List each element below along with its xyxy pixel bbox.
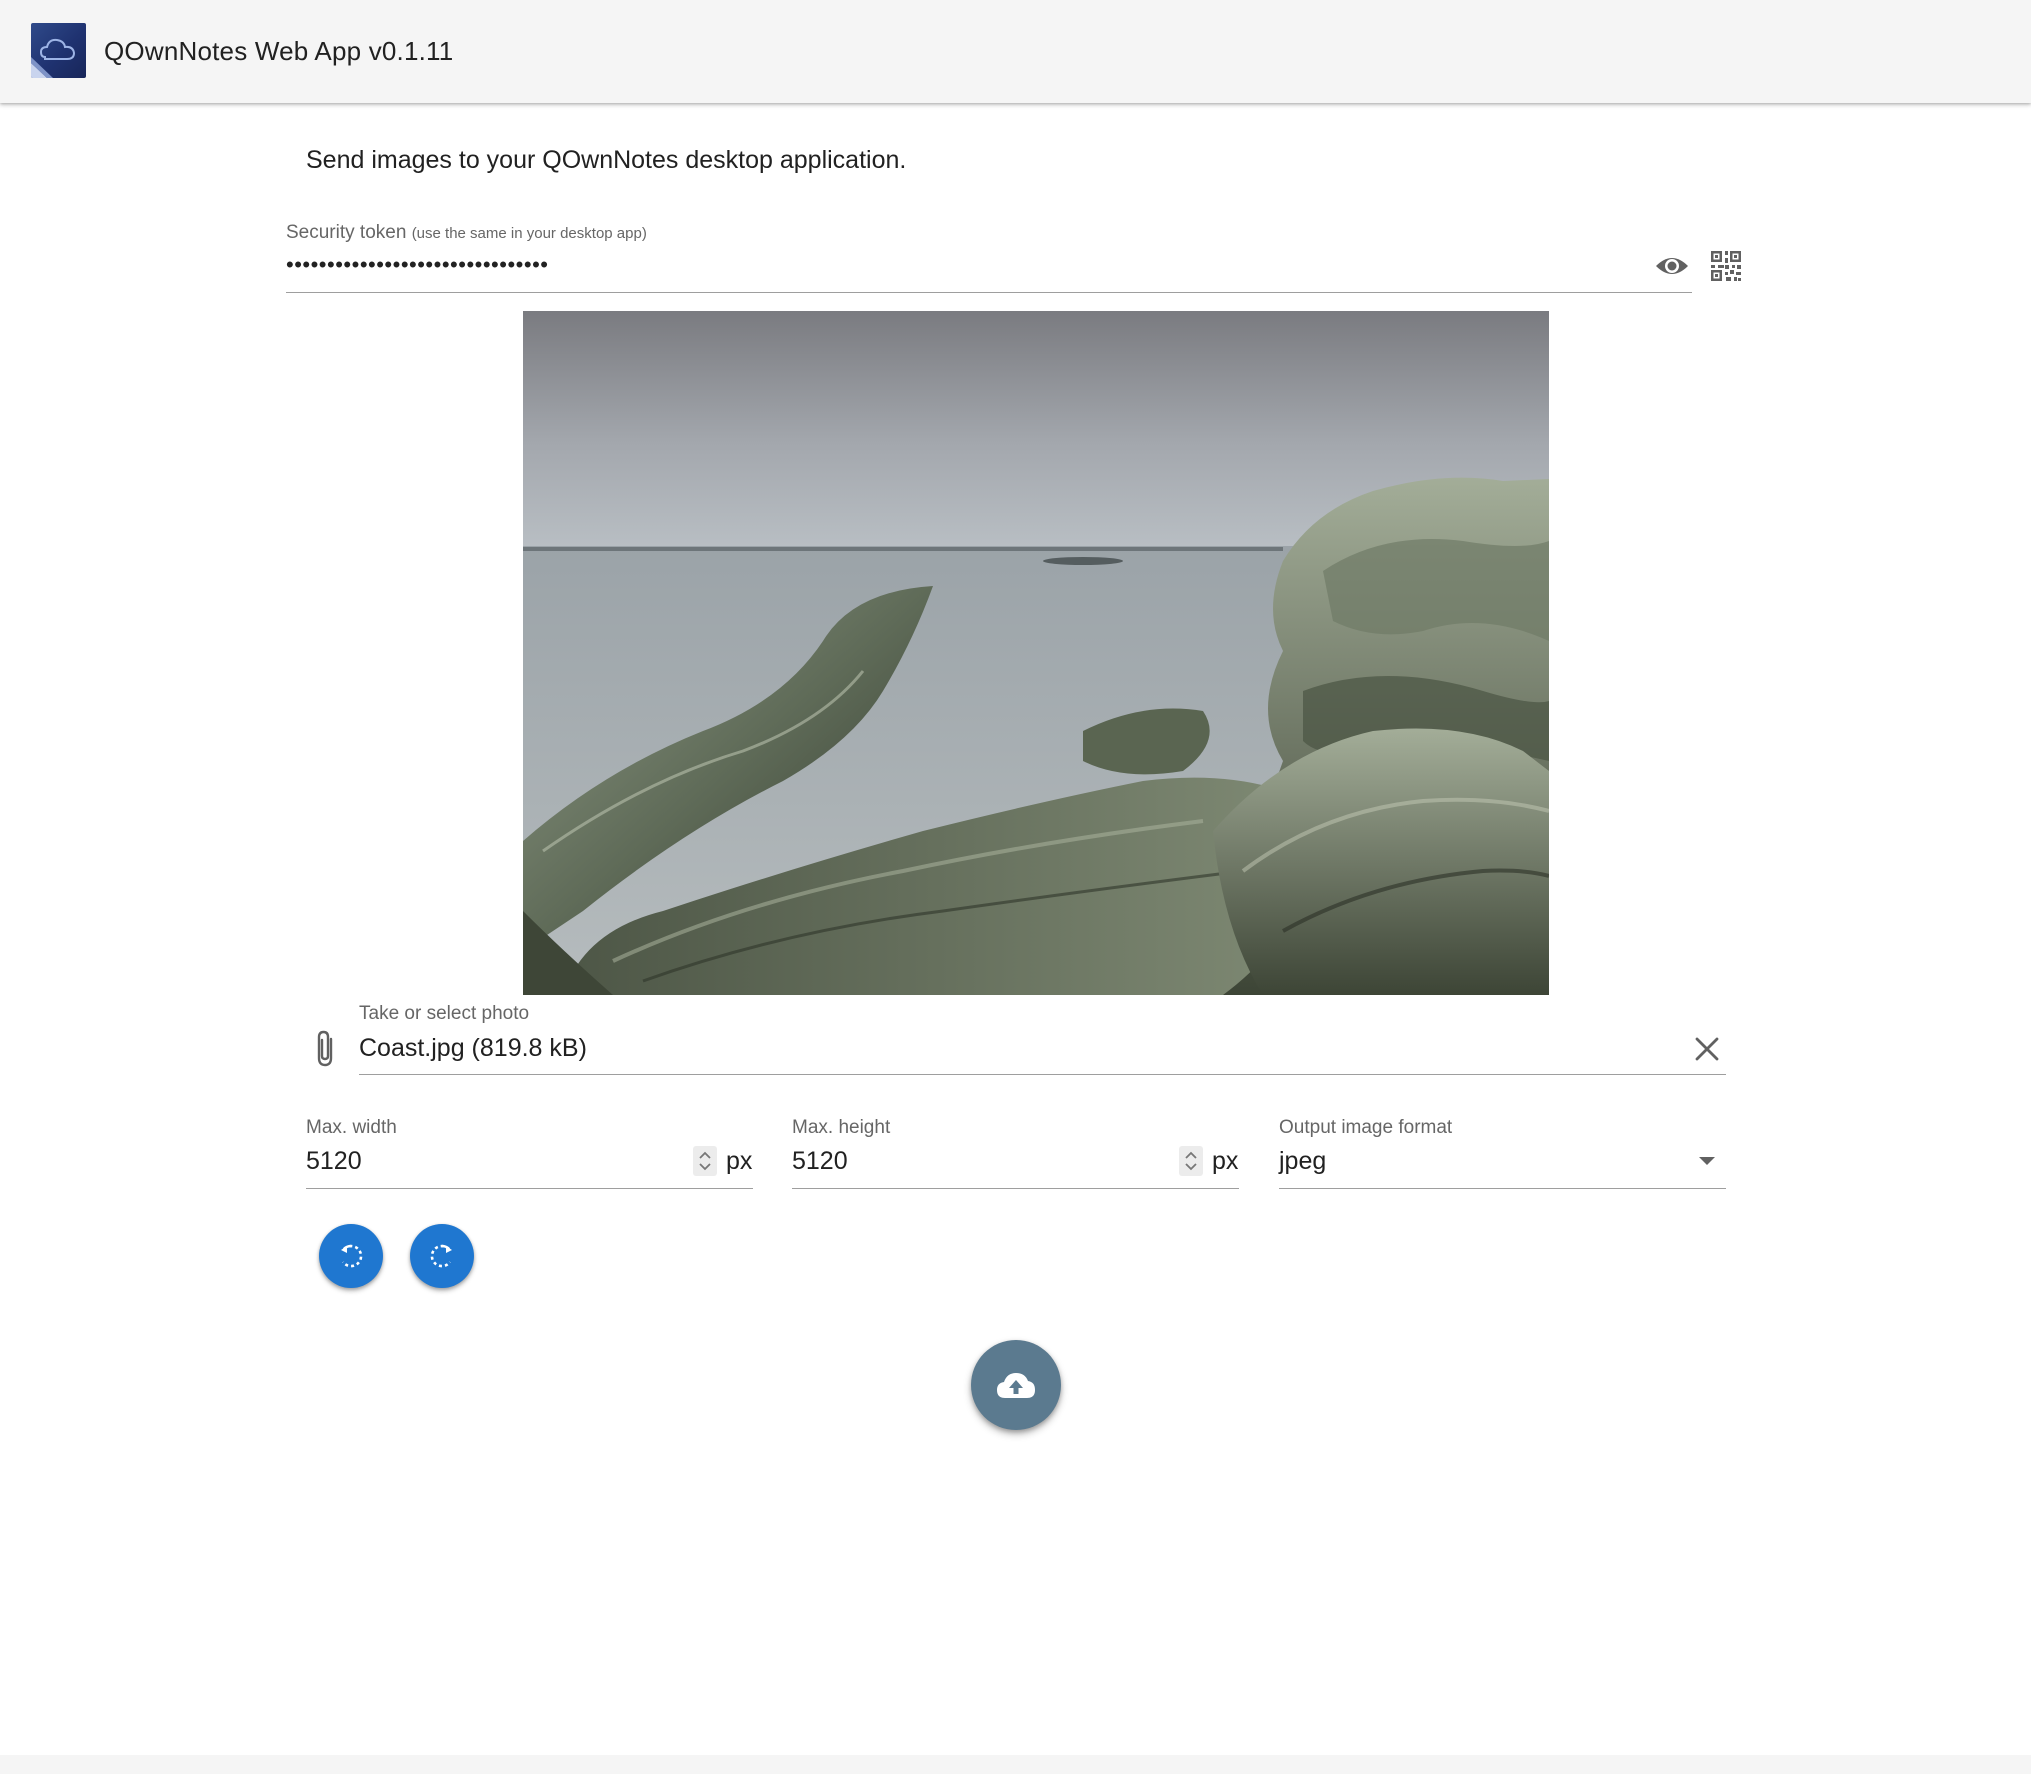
intro-text: Send images to your QOwnNotes desktop ap…: [306, 146, 907, 174]
security-token-input[interactable]: ••••••••••••••••••••••••••••••••: [286, 254, 548, 276]
rotate-right-icon: [430, 1244, 452, 1268]
max-height-input[interactable]: 5120: [792, 1147, 848, 1176]
close-icon[interactable]: [1694, 1036, 1720, 1062]
output-format-select[interactable]: jpeg: [1279, 1147, 1326, 1176]
security-token-underline: [286, 292, 1692, 293]
security-token-hint: (use the same in your desktop app): [411, 225, 647, 242]
file-underline: [359, 1074, 1726, 1075]
security-token-label: Security token (use the same in your des…: [286, 222, 647, 244]
max-width-underline: [306, 1188, 753, 1189]
rotate-left-button[interactable]: [319, 1224, 383, 1288]
max-height-spinner[interactable]: [1179, 1146, 1203, 1176]
upload-button[interactable]: [971, 1340, 1061, 1430]
max-height-label: Max. height: [792, 1117, 891, 1138]
file-input[interactable]: Coast.jpg (819.8 kB): [359, 1034, 587, 1063]
max-width-label: Max. width: [306, 1117, 397, 1138]
paperclip-icon[interactable]: [312, 1029, 338, 1069]
rotate-left-icon: [341, 1244, 363, 1268]
chevron-down-icon[interactable]: [1698, 1156, 1716, 1166]
footer-strip: [0, 1755, 2031, 1774]
max-width-input[interactable]: 5120: [306, 1147, 362, 1176]
security-token-label-text: Security token: [286, 222, 407, 243]
cloud-logo-icon: [31, 23, 86, 78]
output-format-underline: [1279, 1188, 1726, 1189]
rotate-right-button[interactable]: [410, 1224, 474, 1288]
max-height-unit: px: [1212, 1147, 1239, 1175]
output-format-label: Output image format: [1279, 1117, 1453, 1138]
cloud-upload-icon: [997, 1373, 1035, 1398]
app-bar: QOwnNotes Web App v0.1.11: [0, 0, 2031, 103]
max-height-underline: [792, 1188, 1239, 1189]
photo-preview: [523, 311, 1549, 995]
file-label: Take or select photo: [359, 1003, 530, 1024]
app-title: QOwnNotes Web App v0.1.11: [104, 36, 454, 66]
max-width-unit: px: [726, 1147, 753, 1175]
eye-icon[interactable]: [1654, 252, 1690, 280]
max-width-spinner[interactable]: [693, 1146, 717, 1176]
qr-code-icon[interactable]: [1711, 251, 1741, 281]
